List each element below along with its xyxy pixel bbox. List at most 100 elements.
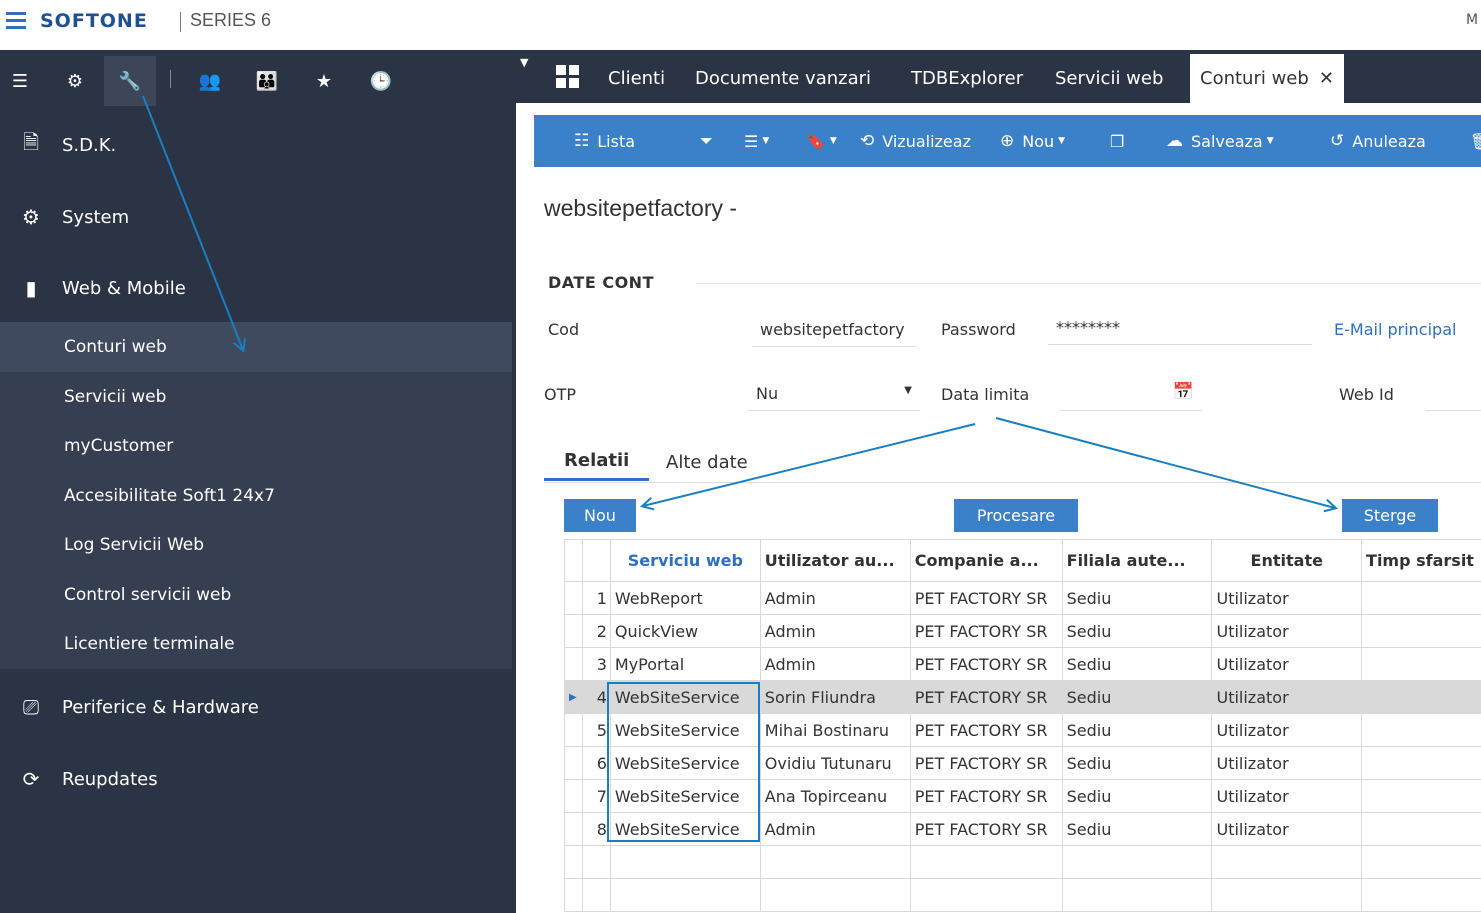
web-id-field[interactable] xyxy=(1426,377,1481,411)
cell-marker[interactable] xyxy=(564,746,583,780)
table-row[interactable]: ▶ 4 WebSiteService Sorin Fliundra PET FACTOR… xyxy=(564,680,1481,714)
sidebar-subitem-mycustomer[interactable]: myCustomer xyxy=(0,421,512,471)
table-row[interactable]: 5 WebSiteService Mihai Bostinaru PET FACTOR… xyxy=(564,713,1481,747)
tab-relatii[interactable]: Relatii xyxy=(544,443,650,481)
tree-icon[interactable]: ☰ ▼ xyxy=(744,115,769,167)
tab-dropdown-icon[interactable]: ▼ xyxy=(520,56,528,69)
cell-empty xyxy=(759,845,911,879)
table-row[interactable]: 7 WebSiteService Ana Topirceanu PET FACTORY… xyxy=(564,779,1481,813)
sidebar-subitem-conturi-web[interactable]: Conturi web xyxy=(0,322,512,372)
cell-serviciu: WebSiteService xyxy=(609,746,761,780)
cell-marker[interactable] xyxy=(564,812,583,846)
cell-num: 4 xyxy=(581,680,611,714)
empty-row xyxy=(564,845,1481,879)
anuleaza-label: Anuleaza xyxy=(1352,131,1426,151)
cell-marker[interactable] xyxy=(564,713,583,747)
sidebar-item-reupdates[interactable]: ⟳ Reupdates xyxy=(0,754,512,804)
cell-marker[interactable] xyxy=(564,581,583,615)
table-row[interactable]: 2 QuickView Admin PET FACTORY SR Sediu Utiliz… xyxy=(564,614,1481,648)
nou-toolbar-button[interactable]: ⊕ Nou ▼ xyxy=(1000,115,1065,167)
salveaza-button[interactable]: ☁ Salveaza ▼ xyxy=(1166,115,1274,167)
empty-row xyxy=(564,878,1481,912)
star-icon[interactable]: ★ xyxy=(298,56,350,106)
tab-clienti[interactable]: Clienti xyxy=(608,54,665,103)
nou-button[interactable]: Nou xyxy=(564,499,636,532)
copy-icon[interactable]: ❐ xyxy=(1110,115,1124,167)
sidebar-subitem-log-servicii[interactable]: Log Servicii Web xyxy=(0,520,512,570)
cell-entitate: Utilizator xyxy=(1211,680,1363,714)
tab-alte-date[interactable]: Alte date xyxy=(646,443,768,481)
sidebar-subitem-licentiere[interactable]: Licentiere terminale xyxy=(0,619,512,669)
view-icon: ⟲ xyxy=(860,131,875,151)
wrench-icon[interactable]: 🔧 xyxy=(104,56,156,106)
email-principal-link[interactable]: E-Mail principal xyxy=(1334,320,1456,339)
close-icon[interactable]: ✕ xyxy=(1319,68,1334,89)
table-row[interactable]: 6 WebSiteService Ovidiu Tutunaru PET FACTOR… xyxy=(564,746,1481,780)
cloud-upload-icon: ☁ xyxy=(1166,131,1183,151)
sidebar-subitem-accesibilitate[interactable]: Accesibilitate Soft1 24x7 xyxy=(0,471,512,521)
sidebar-item-label: System xyxy=(62,206,130,228)
app-window: SOFTONE SERIES 6 M ☰ ⚙ 🔧 👥 👪 ★ 🕒 🗎 S.D.K… xyxy=(0,0,1481,913)
tab-servicii-web[interactable]: Servicii web xyxy=(1055,54,1163,103)
users-list-icon[interactable]: 👥 xyxy=(184,56,236,106)
cell-num: 3 xyxy=(581,647,611,681)
sidebar-item-periferice[interactable]: ⎚ Periferice & Hardware xyxy=(0,682,512,732)
cell-utilizator: Sorin Fliundra xyxy=(759,680,911,714)
grid-header-entitate[interactable]: Entitate xyxy=(1211,539,1363,582)
tab-documente-vanzari[interactable]: Documente vanzari xyxy=(695,54,871,103)
cod-field[interactable]: websitepetfactory xyxy=(752,313,916,347)
cell-marker[interactable] xyxy=(564,779,583,813)
table-row[interactable]: 1 WebReport Admin PET FACTORY SR Sediu Utiliz… xyxy=(564,581,1481,615)
cell-serviciu: WebSiteService xyxy=(609,812,761,846)
cell-filiala: Sediu xyxy=(1061,779,1213,813)
hamburger-menu-icon[interactable] xyxy=(6,12,26,30)
tab-conturi-web[interactable]: Conturi web ✕ xyxy=(1190,54,1344,103)
otp-select[interactable]: Nu ▼ xyxy=(748,377,920,411)
clock-icon[interactable]: 🕒 xyxy=(355,56,407,106)
cell-num: 7 xyxy=(581,779,611,813)
sidebar-item-label: S.D.K. xyxy=(62,134,117,156)
cod-label: Cod xyxy=(548,320,580,339)
cell-marker[interactable] xyxy=(564,614,583,648)
apps-grid-icon[interactable] xyxy=(556,65,580,89)
table-row[interactable]: 3 MyPortal Admin PET FACTORY SR Sediu Utiliza… xyxy=(564,647,1481,681)
cell-filiala: Sediu xyxy=(1061,746,1213,780)
gear-icon[interactable]: ⚙ xyxy=(49,56,101,106)
trash-icon[interactable]: 🗑 xyxy=(1470,115,1481,167)
top-right-text: M xyxy=(1466,12,1479,28)
cell-entitate: Utilizator xyxy=(1211,812,1363,846)
cell-empty xyxy=(909,878,1063,912)
grid-header-companie[interactable]: Companie a... xyxy=(909,539,1063,582)
grid-header-serviciu[interactable]: Serviciu web xyxy=(609,539,761,582)
brand-series: SERIES 6 xyxy=(190,10,272,30)
row-selector-icon[interactable]: ▶ xyxy=(564,680,583,714)
vizualizeaza-button[interactable]: ⟲ Vizualizeaz xyxy=(860,115,971,167)
sidebar-item-system[interactable]: ⚙ System xyxy=(0,192,512,242)
list-icon: ☷ xyxy=(574,131,590,151)
grid-header-filiala[interactable]: Filiala aute... xyxy=(1061,539,1213,582)
users-icon[interactable]: 👪 xyxy=(241,56,293,106)
filter-icon[interactable]: ⏷ xyxy=(700,115,713,167)
grid-header-utilizator[interactable]: Utilizator au... xyxy=(759,539,911,582)
list-icon[interactable]: ☰ xyxy=(0,56,46,106)
sterge-button[interactable]: Sterge xyxy=(1342,499,1438,532)
bookmark-icon[interactable]: 🔖 ▼ xyxy=(806,115,837,167)
sidebar-subitem-control-servicii[interactable]: Control servicii web xyxy=(0,570,512,620)
procesare-button[interactable]: Procesare xyxy=(954,499,1078,532)
cell-timp xyxy=(1361,713,1481,747)
nou-label: Nou xyxy=(1022,131,1055,151)
data-limita-field[interactable]: 📅 xyxy=(1060,377,1202,411)
plus-circle-icon: ⊕ xyxy=(1000,131,1015,151)
password-field[interactable]: ******** xyxy=(1048,311,1312,345)
sidebar-item-web-mobile[interactable]: ▮ Web & Mobile xyxy=(0,263,512,313)
grid-header-timp[interactable]: Timp sfarsit xyxy=(1361,539,1481,582)
sidebar-item-sdk[interactable]: 🗎 S.D.K. xyxy=(0,120,512,170)
tab-tdbexplorer[interactable]: TDBExplorer xyxy=(911,54,1023,103)
cell-utilizator: Admin xyxy=(759,581,911,615)
calendar-icon[interactable]: 📅 xyxy=(1173,382,1194,402)
lista-button[interactable]: ☷ Lista xyxy=(574,115,635,167)
table-row[interactable]: 8 WebSiteService Admin PET FACTORY SR Sediu U… xyxy=(564,812,1481,846)
sidebar-subitem-servicii-web[interactable]: Servicii web xyxy=(0,372,512,422)
cell-marker[interactable] xyxy=(564,647,583,681)
anuleaza-button[interactable]: ↺ Anuleaza xyxy=(1330,115,1426,167)
